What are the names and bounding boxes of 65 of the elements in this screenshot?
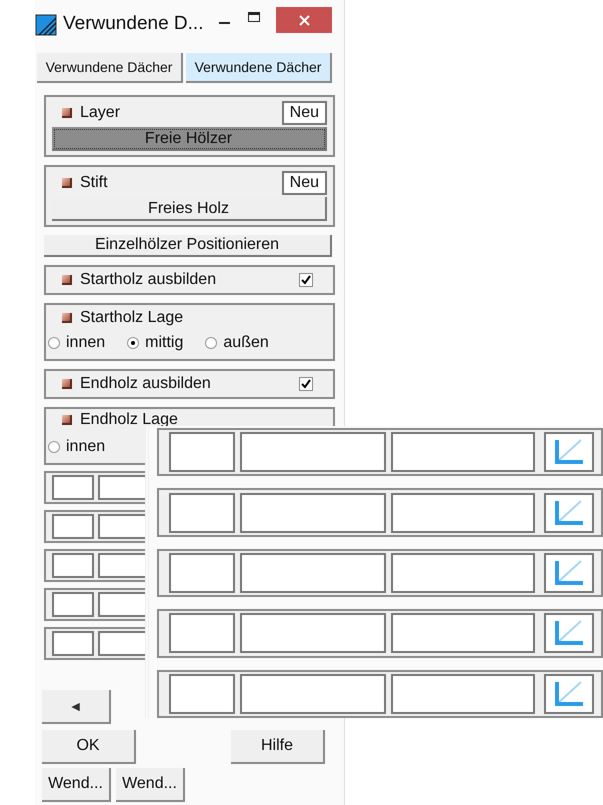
indicator-icon [62, 313, 72, 323]
angle-button[interactable] [544, 553, 594, 594]
radio-label: innen [66, 333, 106, 353]
input-field[interactable] [240, 492, 386, 533]
input-field[interactable] [240, 613, 386, 654]
group-label: Endholz Lage [80, 412, 178, 428]
input-field[interactable] [240, 674, 386, 714]
option-label: Endholz ausbilden [80, 374, 211, 394]
indicator-icon [62, 379, 72, 389]
angle-button[interactable] [544, 432, 594, 472]
option-label: Startholz ausbilden [80, 270, 216, 290]
radio-button[interactable] [48, 337, 60, 349]
dialog-button[interactable]: Wend... [116, 768, 185, 802]
input-field[interactable] [391, 674, 535, 714]
input-field[interactable] [391, 613, 535, 654]
close-icon [298, 14, 310, 26]
input-field[interactable] [240, 432, 386, 472]
dialog-button[interactable]: Hilfe [231, 730, 325, 764]
select-button[interactable]: Freies Holz [52, 197, 327, 221]
back-button[interactable]: ◄ [42, 690, 111, 724]
radio-button[interactable] [48, 441, 60, 453]
select-button[interactable]: Freie Hölzer [52, 127, 327, 151]
minimize-icon[interactable] [219, 22, 230, 24]
input-field[interactable] [169, 553, 235, 594]
radio-button[interactable] [205, 337, 218, 349]
checkbox[interactable] [299, 273, 313, 287]
group-label: Stift [80, 173, 108, 193]
input-field[interactable] [52, 592, 94, 617]
input-field[interactable] [52, 475, 94, 500]
input-field[interactable] [52, 631, 94, 656]
dialog-button[interactable]: OK [42, 730, 136, 764]
indicator-icon [62, 178, 72, 188]
checkbox[interactable] [299, 377, 313, 391]
group-label: Startholz Lage [80, 308, 184, 328]
input-field[interactable] [240, 553, 386, 594]
group-label: Layer [80, 103, 120, 123]
input-field[interactable] [52, 553, 94, 578]
new-button[interactable]: Neu [282, 171, 327, 195]
radio-label: innen [66, 437, 106, 457]
app-icon [35, 14, 57, 36]
new-button[interactable]: Neu [282, 101, 327, 125]
input-field[interactable] [391, 432, 535, 472]
input-field[interactable] [169, 613, 235, 654]
input-field[interactable] [169, 674, 235, 714]
close-button[interactable] [276, 7, 332, 33]
position-button[interactable]: Einzelhölzer Positionieren [44, 235, 332, 257]
angle-button[interactable] [544, 674, 594, 714]
input-field[interactable] [391, 553, 535, 594]
angle-button[interactable] [544, 613, 594, 654]
indicator-icon [62, 108, 72, 118]
radio-button[interactable] [127, 337, 140, 349]
dialog-button[interactable]: Wend... [42, 768, 111, 802]
indicator-icon [62, 275, 72, 285]
tab[interactable]: Verwundene Dächer [186, 53, 332, 83]
radio-label: außen [223, 333, 269, 353]
radio-label: mittig [145, 333, 184, 353]
input-field[interactable] [52, 514, 94, 539]
indicator-icon [62, 415, 72, 425]
maximize-icon[interactable] [248, 12, 260, 22]
window-title: Verwundene D... [63, 14, 204, 33]
angle-button[interactable] [544, 492, 594, 533]
input-field[interactable] [169, 492, 235, 533]
tab[interactable]: Verwundene Dächer [37, 53, 183, 83]
input-field[interactable] [169, 432, 235, 472]
input-field[interactable] [391, 492, 535, 533]
